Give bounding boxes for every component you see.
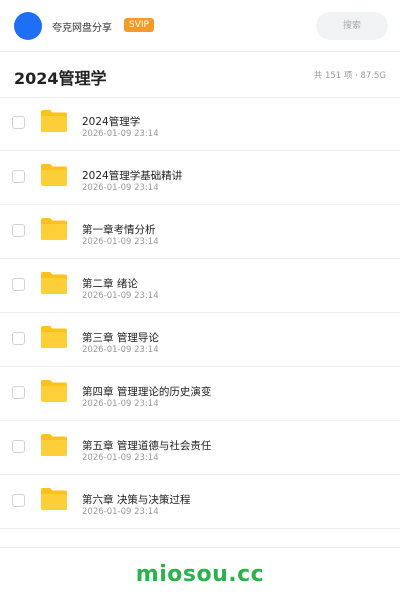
checkbox-icon[interactable] xyxy=(12,332,25,345)
file-name: 第六章 决策与决策过程 xyxy=(82,494,191,506)
folder-icon xyxy=(41,326,67,348)
file-date: 2026-01-09 23:14 xyxy=(82,291,159,301)
file-name: 第二章 绪论 xyxy=(82,278,138,290)
list-item[interactable]: 2024管理学基础精讲 2026-01-09 23:14 xyxy=(0,151,400,205)
file-name: 第四章 管理理论的历史演变 xyxy=(82,386,212,398)
file-name: 2024管理学基础精讲 xyxy=(82,170,183,182)
list-item[interactable]: 第五章 管理道德与社会责任 2026-01-09 23:14 xyxy=(0,421,400,475)
file-date: 2026-01-09 23:14 xyxy=(82,507,159,517)
share-page: 夸克网盘分享 SVIP 搜索 2024管理学 共 151 项 · 87.5G 2… xyxy=(0,0,400,600)
folder-icon xyxy=(41,434,67,456)
checkbox-icon[interactable] xyxy=(12,440,25,453)
folder-icon xyxy=(41,218,67,240)
checkbox-icon[interactable] xyxy=(12,224,25,237)
file-name: 第一章考情分析 xyxy=(82,224,156,236)
file-name: 第五章 管理道德与社会责任 xyxy=(82,440,212,452)
sharer-name: 夸克网盘分享 xyxy=(52,23,112,34)
file-date: 2026-01-09 23:14 xyxy=(82,183,159,193)
folder-icon xyxy=(41,164,67,186)
checkbox-icon[interactable] xyxy=(12,170,25,183)
folder-summary: 共 151 项 · 87.5G xyxy=(313,71,386,81)
list-item[interactable]: 第三章 管理导论 2026-01-09 23:14 xyxy=(0,313,400,367)
search-button[interactable]: 搜索 xyxy=(316,12,388,40)
checkbox-icon[interactable] xyxy=(12,278,25,291)
file-date: 2026-01-09 23:14 xyxy=(82,399,159,409)
top-bar: 夸克网盘分享 SVIP 搜索 xyxy=(0,0,400,52)
file-list: 2024管理学 2026-01-09 23:14 2024管理学基础精讲 202… xyxy=(0,97,400,529)
file-date: 2026-01-09 23:14 xyxy=(82,129,159,139)
list-item[interactable]: 第一章考情分析 2026-01-09 23:14 xyxy=(0,205,400,259)
list-item[interactable]: 第六章 决策与决策过程 2026-01-09 23:14 xyxy=(0,475,400,529)
avatar[interactable] xyxy=(14,12,42,40)
svip-badge: SVIP xyxy=(124,18,154,32)
file-date: 2026-01-09 23:14 xyxy=(82,453,159,463)
site-watermark: miosou.cc xyxy=(135,562,265,587)
folder-icon xyxy=(41,110,67,132)
list-item[interactable]: 第四章 管理理论的历史演变 2026-01-09 23:14 xyxy=(0,367,400,421)
file-date: 2026-01-09 23:14 xyxy=(82,237,159,247)
list-item[interactable]: 2024管理学 2026-01-09 23:14 xyxy=(0,97,400,151)
folder-icon xyxy=(41,380,67,402)
divider xyxy=(0,547,400,548)
list-item[interactable]: 第二章 绪论 2026-01-09 23:14 xyxy=(0,259,400,313)
checkbox-icon[interactable] xyxy=(12,386,25,399)
folder-icon xyxy=(41,272,67,294)
folder-header: 2024管理学 共 151 项 · 87.5G xyxy=(0,52,400,98)
checkbox-icon[interactable] xyxy=(12,494,25,507)
file-name: 2024管理学 xyxy=(82,116,141,128)
page-title: 2024管理学 xyxy=(14,69,107,88)
file-name: 第三章 管理导论 xyxy=(82,332,159,344)
file-date: 2026-01-09 23:14 xyxy=(82,345,159,355)
checkbox-icon[interactable] xyxy=(12,116,25,129)
folder-icon xyxy=(41,488,67,510)
